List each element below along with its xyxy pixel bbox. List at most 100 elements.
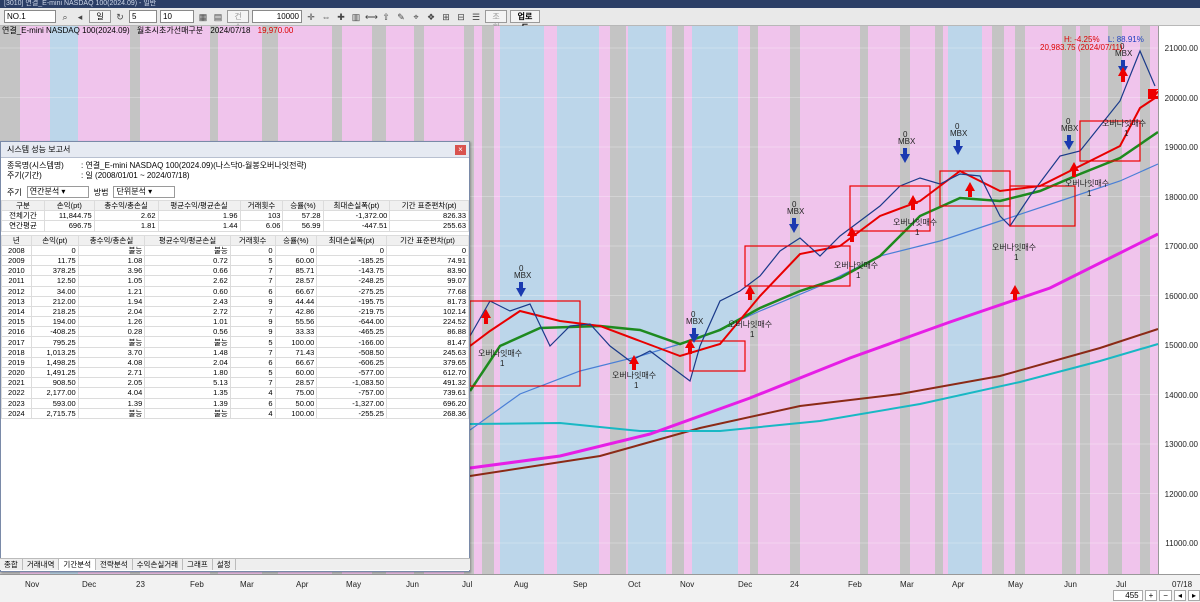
refresh-icon[interactable]: ↻: [114, 11, 126, 23]
period-select[interactable]: 연간분석 ▾: [26, 186, 89, 198]
background-band: [900, 26, 910, 574]
x-tick-label: 23: [136, 580, 145, 589]
report-tab-0[interactable]: 종합: [0, 559, 23, 570]
year-cell: 2.04: [77, 305, 146, 318]
tool-icon-9[interactable]: ❖: [425, 11, 437, 23]
year-cell: 2.62: [144, 275, 231, 287]
year-row[interactable]: 2024 2,715.75 불능 불능 4 100.00 -255.25 268.36: [1, 407, 470, 419]
method-select[interactable]: 단위분석 ▾: [113, 186, 176, 198]
year-cell: 7: [229, 346, 276, 358]
search-icon[interactable]: ⌕: [59, 11, 71, 23]
x-tick-label: May: [1008, 580, 1024, 589]
year-cell: 12.50: [30, 275, 79, 287]
summary-header-2: 총수익/총손실: [93, 199, 159, 212]
chart-info: 연결_E-mini NASDAQ 100(2024.09) 월초시초가선매구분 …: [2, 26, 298, 36]
zoom-in-button[interactable]: +: [1144, 589, 1158, 601]
summary-header-0: 구분: [1, 199, 45, 212]
year-cell: 100.00: [274, 336, 318, 348]
report-tab-2[interactable]: 기간분석: [59, 559, 97, 570]
year-row[interactable]: 2021 908.50 2.05 5.13 7 28.57 -1,083.50 491.32: [1, 377, 470, 389]
upload-button[interactable]: 업로드: [510, 10, 540, 32]
prev-icon[interactable]: ◂: [74, 11, 86, 23]
year-row[interactable]: 2010 378.25 3.96 0.66 7 85.71 -143.75 83.90: [1, 265, 470, 277]
year-row[interactable]: 2009 11.75 1.08 0.72 5 60.00 -185.25 74.91: [1, 254, 470, 267]
report-tab-5[interactable]: 그래프: [183, 559, 213, 570]
year-row[interactable]: 2017 795.25 불능 불능 5 100.00 -166.00 81.47: [1, 336, 470, 348]
summary-row[interactable]: 전체기간 11,844.75 2.62 1.96 103 57.28 -1,372.00 82…: [1, 210, 469, 222]
report-tab-3[interactable]: 전략분석: [96, 559, 133, 570]
count-value-input[interactable]: 10000: [252, 10, 302, 23]
tool-icon-4[interactable]: ▥: [350, 11, 362, 23]
chart-type-icon[interactable]: ▦: [197, 11, 209, 23]
year-cell: -248.25: [316, 275, 387, 287]
tool-icon-8[interactable]: ⌖: [410, 11, 422, 23]
background-band: [1080, 26, 1090, 574]
summary-header-5: 승률(%): [282, 199, 324, 212]
year-cell: 66.67: [274, 356, 318, 369]
background-band: [860, 26, 868, 574]
year-row[interactable]: 2012 34.00 1.21 0.60 6 66.67 -275.25 77.68: [1, 285, 470, 297]
tool-icon-5[interactable]: ⟷: [365, 11, 378, 23]
period-label: 주기(기간): [7, 171, 42, 180]
chart-study: 월초시초가선매구분: [136, 26, 204, 35]
query-button[interactable]: 조회: [485, 10, 507, 32]
report-title-bar[interactable]: 시스템 성능 보고서 ×: [1, 142, 469, 158]
period-select[interactable]: 일: [89, 10, 111, 23]
year-row[interactable]: 2018 1,013.25 3.70 1.48 7 71.43 -508.50 245.63: [1, 346, 470, 358]
year-cell: 2014: [1, 305, 32, 318]
zoom-out-button[interactable]: −: [1159, 589, 1172, 601]
report-tab-1[interactable]: 거래내역: [23, 559, 60, 570]
signal-label: 오버나잇매수: [478, 348, 522, 358]
tool-icon-2[interactable]: ⇔: [320, 11, 332, 23]
year-row[interactable]: 2015 194.00 1.26 1.01 9 55.56 -644.00 224.52: [1, 316, 470, 328]
tool-icon-6[interactable]: ⇧: [380, 11, 392, 23]
year-row[interactable]: 2019 1,498.25 4.08 2.04 6 66.67 -606.25 379.65: [1, 356, 470, 369]
scroll-right-button[interactable]: ▸: [1187, 589, 1200, 601]
year-cell: 1.35: [144, 387, 231, 399]
item-value: : 연결_E-mini NASDAQ 100(2024.09)(나스닥0-월봉오…: [81, 161, 307, 170]
year-row[interactable]: 2023 593.00 1.39 1.39 6 50.00 -1,327.00 696.20: [1, 397, 470, 409]
report-tab-4[interactable]: 수익손실거래: [133, 559, 184, 570]
tool-icon-11[interactable]: ⊟: [455, 11, 467, 23]
tool-icon-3[interactable]: ✚: [335, 11, 347, 23]
tool-icon-10[interactable]: ⊞: [440, 11, 452, 23]
close-icon[interactable]: ×: [455, 145, 466, 155]
count-a-input[interactable]: 5: [129, 10, 157, 23]
year-row[interactable]: 2013 212.00 1.94 2.43 9 44.44 -195.75 81.73: [1, 295, 470, 307]
summary-header-6: 최대손실폭(pt): [322, 199, 391, 212]
count-b-input[interactable]: 10: [160, 10, 194, 23]
y-tick-label: 12000.00: [1164, 489, 1198, 499]
year-row[interactable]: 2014 218.25 2.04 2.72 7 42.86 -219.75 102.14: [1, 305, 470, 318]
y-tick-label: 14000.00: [1164, 390, 1198, 400]
year-cell: 2.71: [77, 366, 146, 379]
summary-row[interactable]: 연간평균 696.75 1.81 1.44 6.06 56.99 -447.51 255.63: [1, 220, 469, 232]
year-cell: 7: [229, 305, 276, 318]
year-row[interactable]: 2008 0 불능 불능 0 0 0 0: [1, 244, 470, 256]
year-row[interactable]: 2011 12.50 1.05 2.62 7 28.57 -248.25 99.07: [1, 275, 470, 287]
option-button[interactable]: 건수: [227, 10, 249, 32]
grid-icon[interactable]: ▤: [212, 11, 224, 23]
year-cell: 1.94: [77, 295, 146, 307]
zoom-value[interactable]: 455: [1112, 589, 1143, 601]
tool-icon-12[interactable]: ☰: [470, 11, 482, 23]
signal-label: 오버나잇매수: [893, 217, 937, 227]
tool-icon-1[interactable]: ✛: [305, 11, 317, 23]
year-cell: 71.43: [274, 346, 318, 358]
report-tab-6[interactable]: 설정: [213, 559, 236, 570]
tool-icon-7[interactable]: ✎: [395, 11, 407, 23]
year-row[interactable]: 2016 -408.25 0.28 0.56 9 33.33 -465.25 86.88: [1, 326, 470, 338]
summary-header-1: 손익(pt): [43, 199, 95, 212]
year-cell: 102.14: [385, 305, 470, 318]
performance-report-window[interactable]: 시스템 성능 보고서 × 종목명(시스템명): 연결_E-mini NASDAQ…: [0, 141, 470, 572]
scroll-left-button[interactable]: ◂: [1173, 589, 1186, 601]
code-select[interactable]: NO.1: [4, 10, 56, 23]
signal-label: 1: [500, 359, 505, 368]
buy-arrow-stem: [688, 348, 692, 354]
year-cell: 불능: [77, 244, 146, 256]
year-cell: 0: [229, 244, 276, 256]
year-row[interactable]: 2022 2,177.00 4.04 1.35 4 75.00 -757.00 739.61: [1, 387, 470, 399]
yearly-table: 년 손익(pt) 총수익/총손실 평균수익/평균손실 거래횟수 승률(%) 최대손실폭(pt…: [1, 234, 470, 419]
year-cell: 2,177.00: [30, 387, 79, 399]
year-row[interactable]: 2020 1,491.25 2.71 1.80 5 60.00 -577.00 612.70: [1, 366, 470, 379]
year-cell: -577.00: [316, 366, 387, 379]
